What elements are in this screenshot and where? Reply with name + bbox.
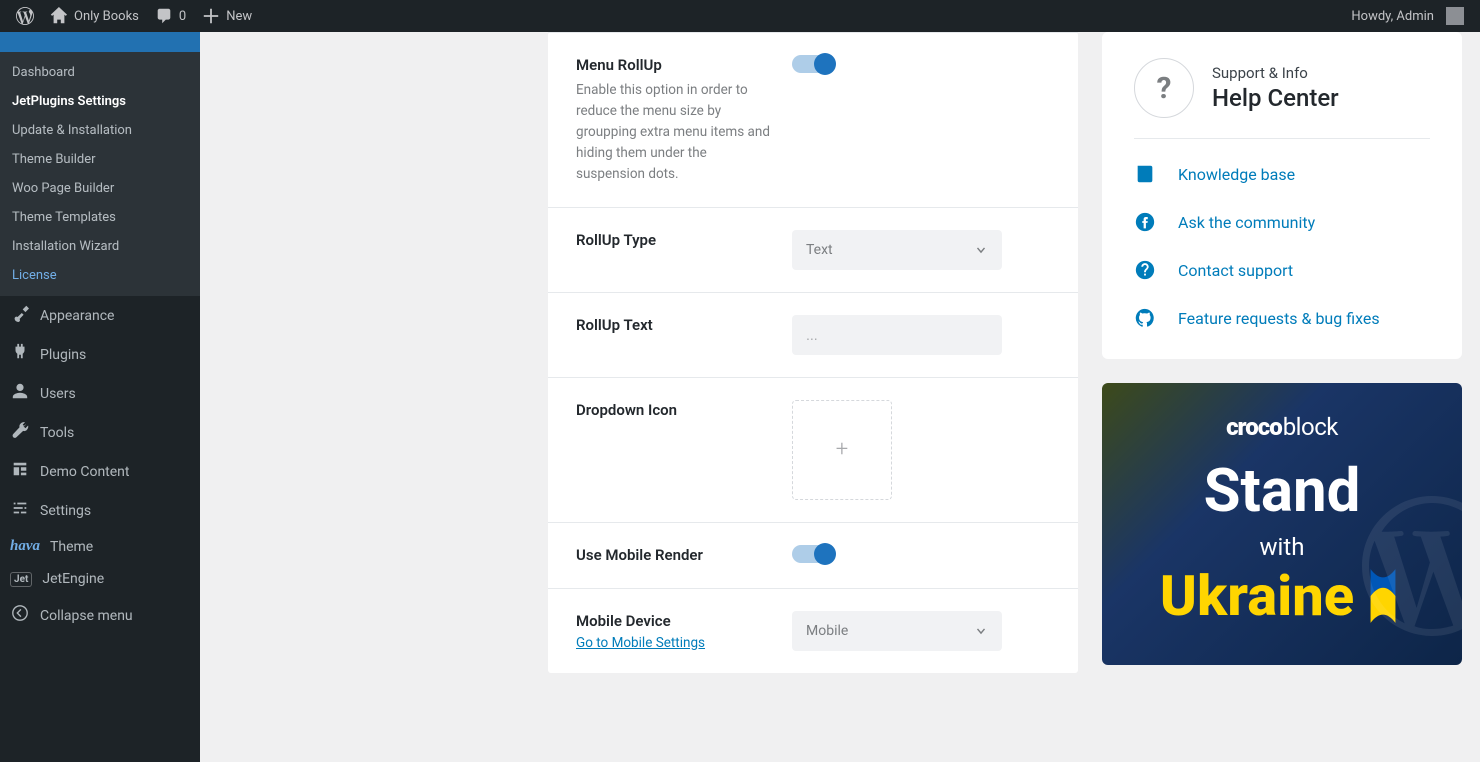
dropdown-icon-picker[interactable]: + <box>792 400 892 500</box>
setting-menu-rollup: Menu RollUp Enable this option in order … <box>548 32 1078 208</box>
facebook-icon <box>1134 211 1156 233</box>
menu-rollup-label: Menu RollUp <box>576 55 776 76</box>
submenu-installation-wizard[interactable]: Installation Wizard <box>0 232 200 261</box>
sidebar-item-jetengine[interactable]: Jet JetEngine <box>0 563 200 595</box>
github-link[interactable]: Feature requests & bug fixes <box>1134 307 1430 329</box>
wp-watermark-icon <box>1362 496 1462 636</box>
help-title: Help Center <box>1212 84 1339 112</box>
sidebar-item-label: Plugins <box>40 347 86 363</box>
new-label: New <box>226 9 252 24</box>
community-link[interactable]: Ask the community <box>1134 211 1430 233</box>
sidebar-item-settings[interactable]: Settings <box>0 491 200 530</box>
sliders-icon <box>10 499 30 522</box>
collapse-menu-button[interactable]: Collapse menu <box>0 595 200 635</box>
brush-icon <box>10 304 30 327</box>
sidebar-item-appearance[interactable]: Appearance <box>0 296 200 335</box>
sidebar-item-label: Demo Content <box>40 464 130 480</box>
sidebar-item-tools[interactable]: Tools <box>0 413 200 452</box>
submenu-woo-page-builder[interactable]: Woo Page Builder <box>0 174 200 203</box>
sidebar-item-label: Theme <box>50 539 93 555</box>
sidebar-item-demo-content[interactable]: Demo Content <box>0 452 200 491</box>
menu-rollup-desc: Enable this option in order to reduce th… <box>576 80 776 185</box>
plus-icon: + <box>836 437 848 462</box>
mobile-render-toggle[interactable] <box>792 545 834 563</box>
jet-icon: Jet <box>10 572 32 587</box>
submenu-dashboard[interactable]: Dashboard <box>0 58 200 87</box>
setting-mobile-device: Mobile Device Go to Mobile Settings Mobi… <box>548 589 1078 673</box>
plug-icon <box>10 343 30 366</box>
croco-logo: crocoblock <box>1132 413 1432 441</box>
sidebar-submenu: Dashboard JetPlugins Settings Update & I… <box>0 52 200 296</box>
setting-mobile-render: Use Mobile Render <box>548 523 1078 589</box>
submenu-theme-templates[interactable]: Theme Templates <box>0 203 200 232</box>
admin-bar: Only Books 0 New Howdy, Admin <box>0 0 1480 32</box>
site-name: Only Books <box>74 9 139 24</box>
collapse-icon <box>10 604 30 627</box>
rollup-type-value: Text <box>806 242 833 258</box>
settings-panel: Menu RollUp Enable this option in order … <box>548 32 1078 673</box>
chevron-down-icon <box>974 624 988 638</box>
admin-sidebar: Dashboard JetPlugins Settings Update & I… <box>0 32 200 762</box>
link-label: Knowledge base <box>1178 165 1295 184</box>
sidebar-item-label: Users <box>40 386 76 402</box>
rollup-text-input[interactable] <box>792 315 1002 355</box>
mobile-settings-link[interactable]: Go to Mobile Settings <box>576 635 705 651</box>
question-circle-icon <box>1134 259 1156 281</box>
wrench-icon <box>10 421 30 444</box>
collapse-label: Collapse menu <box>40 608 133 624</box>
wp-logo[interactable] <box>8 0 42 32</box>
sidebar-item-label: Appearance <box>40 308 114 324</box>
active-menu-strip <box>0 32 200 52</box>
hava-logo: hava <box>10 538 40 555</box>
setting-rollup-type: RollUp Type Text <box>548 208 1078 293</box>
submenu-update-installation[interactable]: Update & Installation <box>0 116 200 145</box>
support-link[interactable]: Contact support <box>1134 259 1430 281</box>
avatar <box>1446 7 1464 25</box>
mobile-render-label: Use Mobile Render <box>576 545 776 566</box>
link-label: Feature requests & bug fixes <box>1178 309 1380 328</box>
comment-count: 0 <box>179 9 186 24</box>
help-subtitle: Support & Info <box>1212 64 1339 82</box>
sidebar-item-plugins[interactable]: Plugins <box>0 335 200 374</box>
chevron-down-icon <box>974 243 988 257</box>
divider <box>1134 138 1430 139</box>
demo-icon <box>10 460 30 483</box>
greeting: Howdy, Admin <box>1351 9 1434 24</box>
mobile-device-select[interactable]: Mobile <box>792 611 1002 651</box>
sidebar-item-theme[interactable]: hava Theme <box>0 530 200 563</box>
dropdown-icon-label: Dropdown Icon <box>576 400 776 421</box>
sidebar-item-users[interactable]: Users <box>0 374 200 413</box>
mobile-device-value: Mobile <box>806 623 848 639</box>
github-icon <box>1134 307 1156 329</box>
question-icon: ? <box>1134 58 1194 118</box>
new-content-link[interactable]: New <box>194 0 260 32</box>
site-home-link[interactable]: Only Books <box>42 0 147 32</box>
rollup-text-label: RollUp Text <box>576 315 776 336</box>
rollup-type-select[interactable]: Text <box>792 230 1002 270</box>
mobile-device-label: Mobile Device <box>576 611 776 632</box>
main-content: Menu RollUp Enable this option in order … <box>200 32 1480 762</box>
book-icon <box>1134 163 1156 185</box>
sidebar-item-label: JetEngine <box>42 571 104 587</box>
sidebar-item-label: Settings <box>40 503 91 519</box>
submenu-theme-builder[interactable]: Theme Builder <box>0 145 200 174</box>
setting-dropdown-icon: Dropdown Icon + <box>548 378 1078 523</box>
knowledge-base-link[interactable]: Knowledge base <box>1134 163 1430 185</box>
account-link[interactable]: Howdy, Admin <box>1343 0 1472 32</box>
setting-rollup-text: RollUp Text <box>548 293 1078 378</box>
comments-link[interactable]: 0 <box>147 0 194 32</box>
ukraine-banner[interactable]: crocoblock Stand with Ukraine <box>1102 383 1462 665</box>
rollup-type-label: RollUp Type <box>576 230 776 251</box>
sidebar-item-label: Tools <box>40 425 74 441</box>
right-sidebar: ? Support & Info Help Center Knowledge b… <box>1102 32 1462 665</box>
submenu-jetplugins-settings[interactable]: JetPlugins Settings <box>0 87 200 116</box>
menu-rollup-toggle[interactable] <box>792 55 834 73</box>
link-label: Ask the community <box>1178 213 1315 232</box>
link-label: Contact support <box>1178 261 1293 280</box>
submenu-license[interactable]: License <box>0 261 200 290</box>
user-icon <box>10 382 30 405</box>
help-center-card: ? Support & Info Help Center Knowledge b… <box>1102 32 1462 359</box>
